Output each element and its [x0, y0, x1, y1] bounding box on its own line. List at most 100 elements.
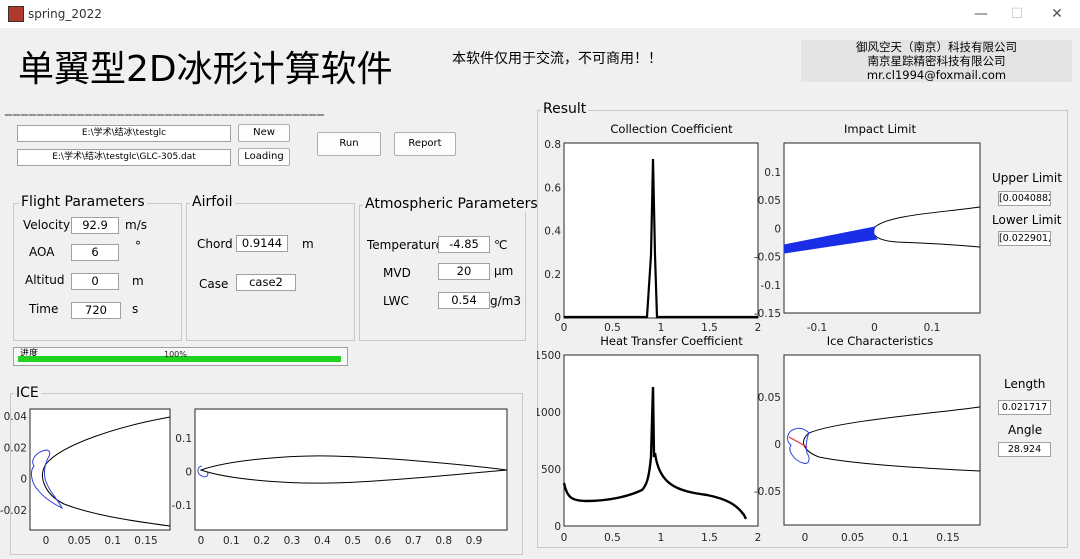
flight-parameters-title: Flight Parameters — [19, 194, 147, 210]
impact-ytick: 0.1 — [764, 167, 781, 179]
impact-xtick: 0 — [871, 322, 878, 334]
workdir-path-field[interactable]: E:\学术\结冰\testglc — [17, 125, 231, 142]
mvd-unit: μm — [494, 264, 514, 278]
new-button[interactable]: New — [238, 124, 290, 142]
report-button[interactable]: Report — [394, 132, 456, 156]
window-titlebar — [0, 0, 1080, 28]
ice-plots: 0.04 0.02 0 -0.02 0 0.05 0.1 0.15 0.1 0 -0.1 0 0.1 0.… — [0, 408, 508, 547]
ice-left-ytick: -0.02 — [0, 505, 27, 517]
ice-right-axes — [194, 408, 508, 531]
header-divider: ________________________________________ — [5, 100, 325, 116]
lwc-unit: g/m3 — [490, 294, 521, 308]
icechar-xtick: 0 — [802, 532, 809, 544]
ice-right-xtick: 0.2 — [253, 535, 270, 547]
result-plots: 0.8 0.6 0.4 0.2 0 0 0.5 1 1.5 2 0.1 0.05 0 -0.05 -0.1 -… — [537, 139, 981, 544]
lwc-input[interactable]: 0.54 — [438, 292, 490, 309]
collection-ytick: 0.4 — [544, 226, 561, 238]
run-button[interactable]: Run — [317, 132, 381, 156]
ice-right-xtick: 0.5 — [344, 535, 361, 547]
lower-limit-field[interactable]: [0.022901,- — [998, 231, 1051, 246]
airfoil-title: Airfoil — [190, 194, 235, 210]
heat-xtick: 2 — [755, 532, 762, 544]
ice-right-ytick: 0 — [185, 467, 192, 479]
airfoil-panel — [186, 203, 355, 341]
collection-xtick: 0.5 — [604, 322, 621, 334]
usage-notice: 本软件仅用于交流，不可商用！！ — [452, 51, 662, 67]
impact-xtick: -0.1 — [807, 322, 828, 334]
main-title: 单翼型2D冰形计算软件 — [18, 49, 393, 90]
ice-right-ytick: 0.1 — [175, 433, 192, 445]
time-label: Time — [29, 302, 59, 316]
minimize-icon[interactable]: — — [964, 4, 998, 24]
ice-left-ytick: 0.02 — [4, 442, 27, 454]
close-icon[interactable]: ✕ — [1040, 4, 1074, 24]
angle-field[interactable]: 28.924 — [998, 442, 1051, 457]
chord-input[interactable]: 0.9144 — [236, 235, 288, 252]
case-label: Case — [199, 277, 229, 291]
impact-ytick: -0.05 — [754, 252, 781, 264]
time-input[interactable]: 720 — [71, 302, 121, 319]
result-panel-title: Result — [541, 101, 589, 117]
ice-right-xtick: 0.7 — [405, 535, 422, 547]
collection-ytick: 0.8 — [544, 139, 561, 151]
maximize-icon[interactable]: ☐ — [1000, 4, 1034, 24]
airfoil-file-field[interactable]: E:\学术\结冰\testglc\GLC-305.dat — [17, 149, 231, 166]
length-label: Length — [1004, 377, 1046, 391]
collection-ytick: 0.6 — [544, 182, 561, 194]
ice-right-xtick: 0.1 — [223, 535, 240, 547]
ice-right-xtick: 0.4 — [314, 535, 331, 547]
collection-xtick: 2 — [755, 322, 762, 334]
icechar-xtick: 0.15 — [936, 532, 959, 544]
heat-ytick: 1000 — [537, 407, 561, 419]
ice-left-xtick: 0.15 — [134, 535, 157, 547]
progress-text: 100% — [164, 350, 187, 359]
collection-ytick: 0.2 — [544, 269, 561, 281]
icechar-ytick: 0 — [774, 439, 781, 451]
temperature-label: Temperature — [367, 238, 444, 252]
ice-left-xtick: 0 — [43, 535, 50, 547]
temperature-unit: ℃ — [494, 238, 508, 252]
collection-xtick: 0 — [561, 322, 568, 334]
ice-left-xtick: 0.1 — [104, 535, 121, 547]
altitude-input[interactable]: 0 — [71, 273, 119, 290]
impact-title: Impact Limit — [844, 122, 916, 136]
collection-xtick: 1 — [658, 322, 665, 334]
window-title: spring_2022 — [28, 7, 102, 21]
ice-left-ytick: 0.04 — [4, 411, 28, 423]
company-line2: 南京星踪精密科技有限公司 — [867, 54, 1006, 68]
upper-limit-field[interactable]: [0.0040882 — [998, 191, 1051, 206]
heat-ytick: 500 — [541, 464, 561, 476]
loading-button[interactable]: Loading — [238, 148, 290, 166]
heat-xtick: 1.5 — [701, 532, 718, 544]
ice-left-xtick: 0.05 — [68, 535, 91, 547]
chord-label: Chord — [197, 237, 233, 251]
angle-label: Angle — [1008, 423, 1043, 437]
ice-left-ytick: 0 — [20, 474, 27, 486]
impact-axes — [783, 142, 981, 314]
lower-limit-label: Lower Limit — [992, 213, 1062, 227]
icechar-ytick: -0.05 — [754, 486, 781, 498]
aoa-input[interactable]: 6 — [71, 244, 119, 261]
icechar-axes — [783, 354, 981, 526]
impact-ytick: 0.05 — [758, 195, 781, 207]
temperature-input[interactable]: -4.85 — [438, 236, 490, 253]
icechar-ytick: 0.05 — [758, 392, 781, 404]
length-field[interactable]: 0.021717 — [998, 400, 1051, 415]
ice-panel-title: ICE — [14, 385, 41, 401]
impact-ytick: -0.15 — [754, 308, 781, 320]
mvd-input[interactable]: 20 — [438, 263, 490, 280]
heat-xtick: 0 — [561, 532, 568, 544]
chord-unit: m — [302, 237, 314, 251]
time-unit: s — [132, 302, 139, 316]
atmospheric-title: Atmospheric Parameters — [363, 196, 540, 212]
heat-ytick: 1500 — [537, 350, 561, 362]
ice-right-xtick: 0.9 — [466, 535, 483, 547]
aoa-label: AOA — [29, 245, 55, 259]
ice-right-xtick: 0 — [198, 535, 205, 547]
case-input[interactable]: case2 — [236, 274, 296, 291]
company-line1: 御风空天（南京）科技有限公司 — [856, 40, 1017, 54]
ice-right-xtick: 0.8 — [435, 535, 452, 547]
company-email: mr.cl1994@foxmail.com — [866, 68, 1007, 82]
altitude-unit: m — [132, 274, 144, 288]
velocity-input[interactable]: 92.9 — [71, 217, 119, 234]
